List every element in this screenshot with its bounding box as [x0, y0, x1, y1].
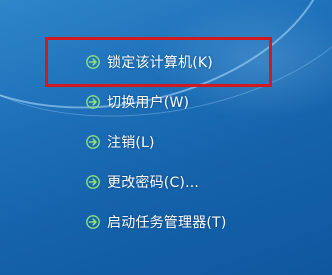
switch-user-option[interactable]: 切换用户(W) — [86, 92, 226, 112]
log-off-option[interactable]: 注销(L) — [86, 132, 226, 152]
arrow-right-icon — [86, 55, 100, 69]
change-password-label: 更改密码(C)... — [107, 175, 200, 191]
arrow-right-icon — [86, 175, 100, 189]
arrow-right-icon — [86, 135, 100, 149]
security-options-menu: 锁定该计算机(K) 切换用户(W) 注销(L) 更改密码(C)... 启动任务管… — [86, 52, 226, 252]
arrow-right-icon — [86, 215, 100, 229]
task-manager-option[interactable]: 启动任务管理器(T) — [86, 212, 226, 232]
lock-computer-option[interactable]: 锁定该计算机(K) — [86, 52, 226, 72]
switch-user-label: 切换用户(W) — [107, 95, 190, 111]
windows-security-screen: 锁定该计算机(K) 切换用户(W) 注销(L) 更改密码(C)... 启动任务管… — [0, 0, 332, 275]
task-manager-label: 启动任务管理器(T) — [107, 215, 227, 231]
log-off-label: 注销(L) — [107, 135, 155, 151]
change-password-option[interactable]: 更改密码(C)... — [86, 172, 226, 192]
arrow-right-icon — [86, 95, 100, 109]
lock-computer-label: 锁定该计算机(K) — [107, 55, 213, 71]
